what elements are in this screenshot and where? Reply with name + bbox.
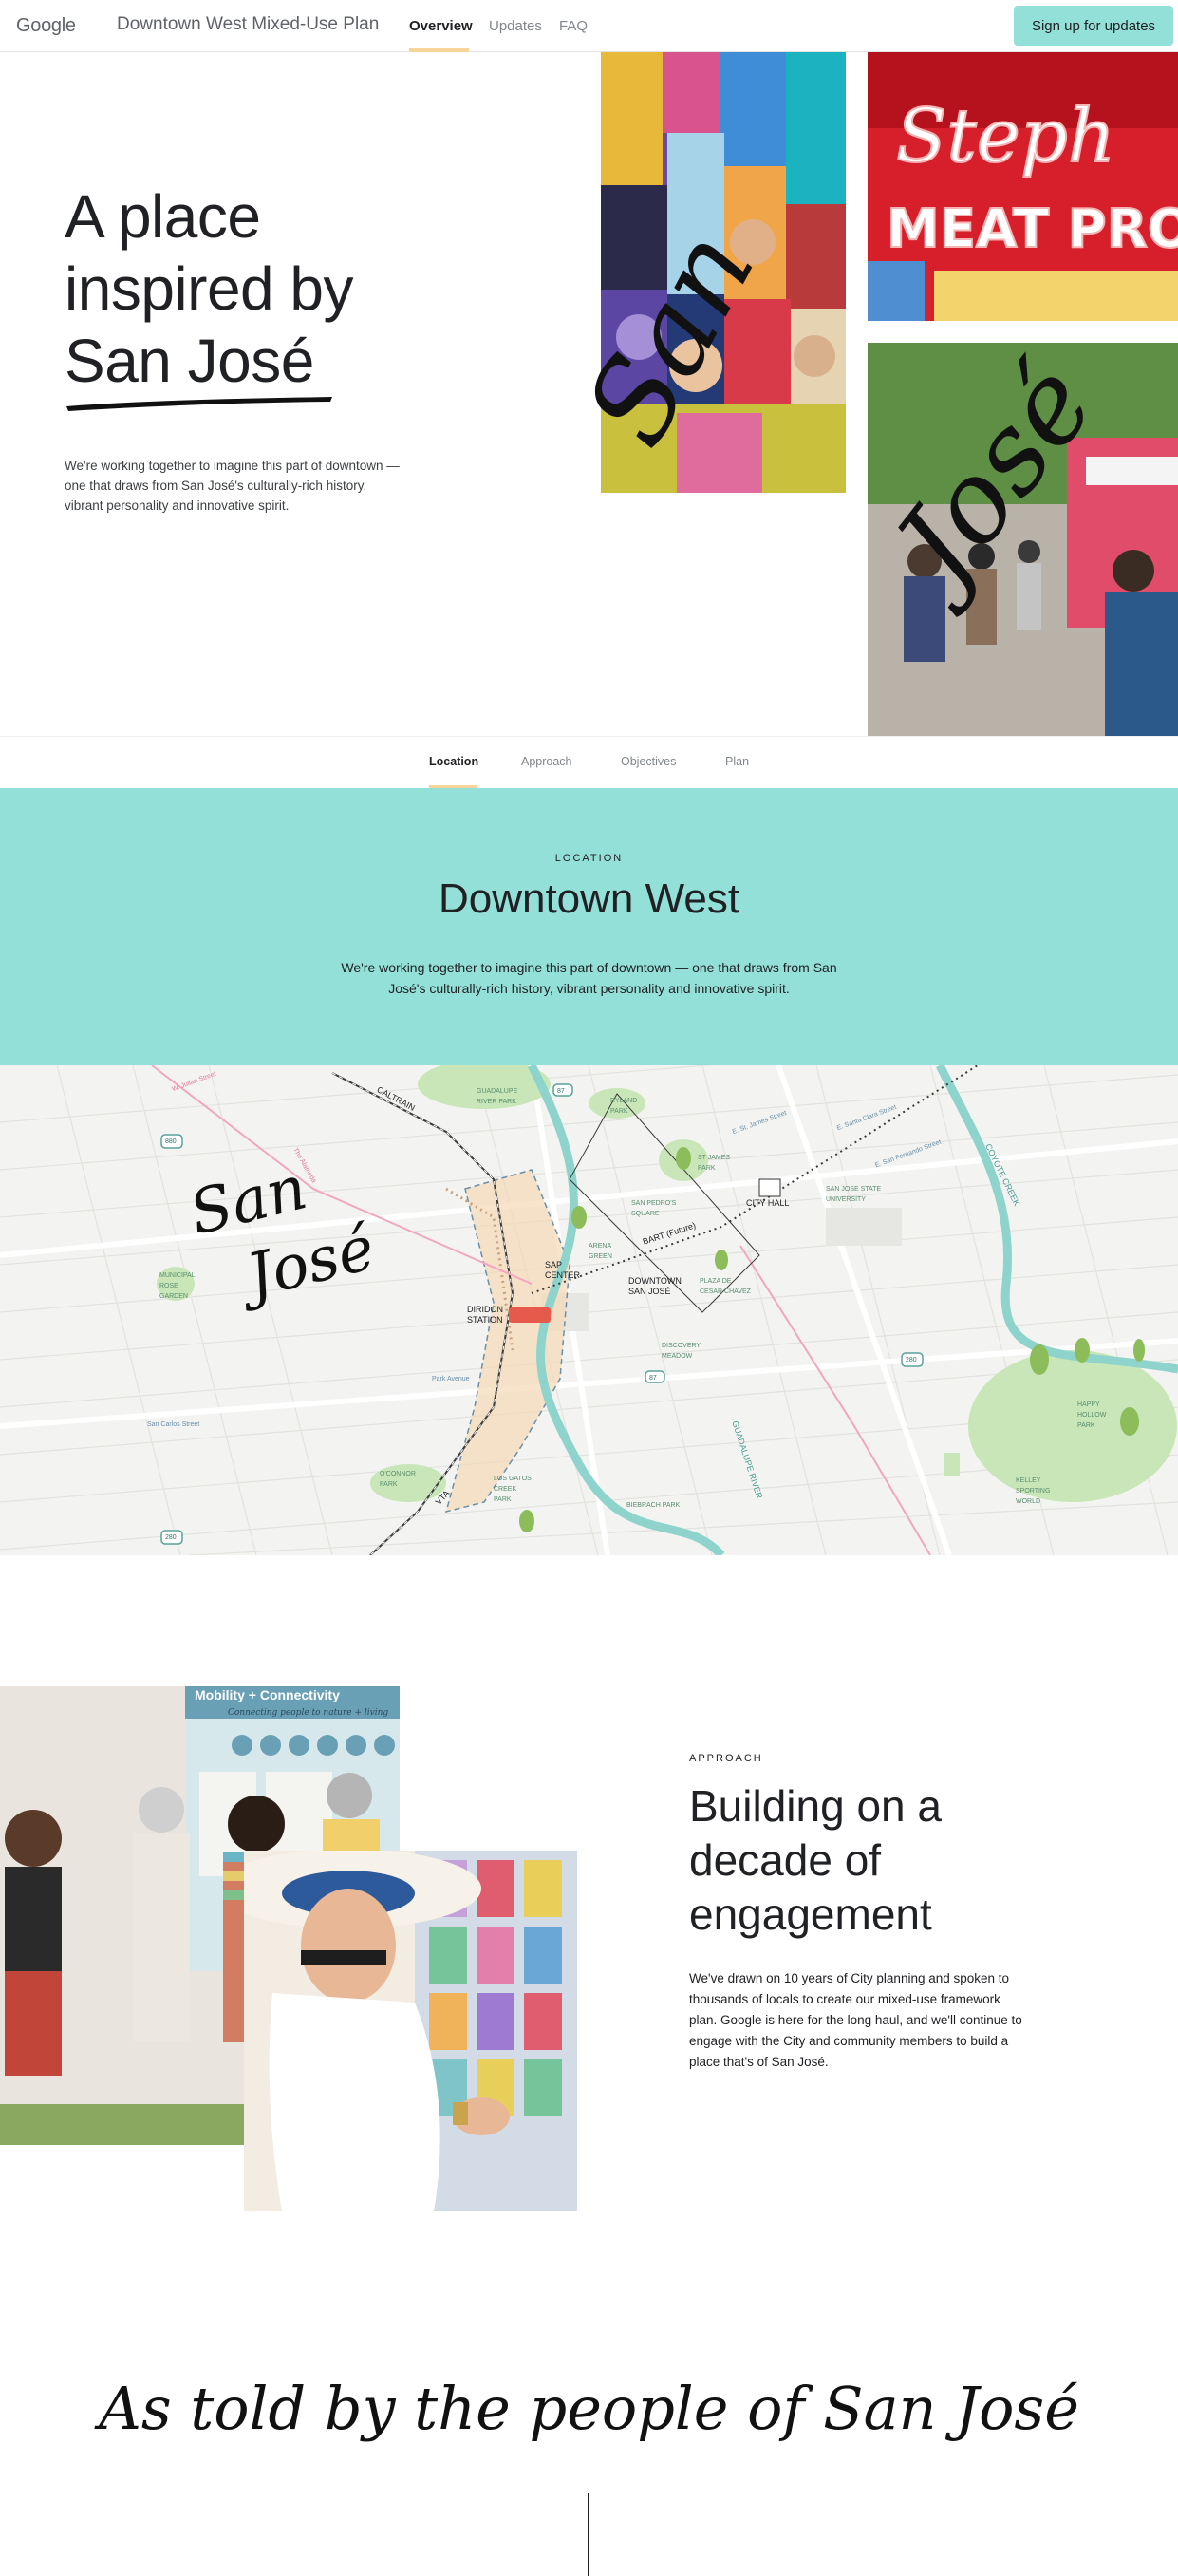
label-sap-center[interactable]: SAP CENTER [545,1260,580,1281]
svg-text:MEAT PRO: MEAT PRO [887,198,1178,260]
svg-text:Steph: Steph [896,94,1115,179]
hero-title-line: inspired by [65,254,354,323]
label-sjsu[interactable]: SAN JOSE STATE UNIVERSITY [826,1184,881,1205]
scroll-divider-line [588,2493,589,2576]
nav-active-indicator [409,48,469,52]
label-san-pedro-square[interactable]: SAN PEDRO'S SQUARE [631,1198,676,1219]
label-san-carlos: San Carlos Street [147,1421,200,1428]
nav-overview[interactable]: Overview [409,18,473,34]
label-park-avenue: Park Avenue [432,1376,470,1382]
people-script-heading: As told by the people of San José [99,2374,1079,2443]
label-municipal-rose-garden[interactable]: MUNICIPAL ROSE GARDEN [159,1270,196,1302]
approach-description: We've drawn on 10 years of City planning… [689,1971,1022,2069]
label-downtown-san-jose[interactable]: DOWNTOWN SAN JOSÉ [628,1276,682,1297]
approach-title: Building on a decade of engagement [689,1781,942,1939]
label-plaza-cesar-chavez[interactable]: PLAZA DE CESAR CHAVEZ [700,1276,751,1297]
nav-updates[interactable]: Updates [489,18,542,34]
location-description: We're working together to imagine this p… [341,960,837,996]
hwy-280-west-shield: 280 [165,1534,177,1541]
map-graphic [0,1065,1178,1555]
label-biebrach-park[interactable]: BIEBRACH PARK [626,1500,680,1511]
neon-sign-photo: Steph MEAT PRO [868,52,1178,321]
tab-plan[interactable]: Plan [725,755,749,768]
hero-description: We're working together to imagine this p… [65,459,400,513]
tab-approach[interactable]: Approach [521,755,572,768]
tab-objectives[interactable]: Objectives [621,755,676,768]
woman-at-board-photo [244,1851,577,2211]
approach-eyebrow: APPROACH [689,1753,763,1764]
label-discovery-meadow[interactable]: DISCOVERY MEADOW [662,1341,701,1362]
board-subtitle: Connecting people to nature + living [228,1708,388,1718]
label-city-hall[interactable]: CITY HALL [746,1198,789,1209]
label-ryland-park[interactable]: RYLAND PARK [610,1096,637,1117]
label-diridon-station[interactable]: DIRIDON STATION [467,1305,503,1326]
location-eyebrow: LOCATION [554,853,624,864]
site-header: Google Downtown West Mixed-Use Plan Over… [0,0,1178,52]
hero-title: A place inspired by San José [65,180,354,397]
label-los-gatos-creek-park[interactable]: LOS GATOS CREEK PARK [494,1474,532,1505]
hero-title-line: San José [65,327,314,395]
label-arena-green[interactable]: ARENA GREEN [589,1241,612,1262]
section-nav: Location Approach Objectives Plan [0,736,1178,789]
hwy-880-shield: 880 [165,1138,177,1145]
label-oconnor-park[interactable]: O'CONNOR PARK [380,1469,416,1490]
label-kelley-sporting-world[interactable]: KELLEY SPORTING WORLD [1016,1476,1050,1507]
site-title[interactable]: Downtown West Mixed-Use Plan [117,14,379,35]
nav-faq[interactable]: FAQ [559,18,588,34]
label-st-james-park[interactable]: ST JAMES PARK [698,1153,730,1174]
location-title: Downtown West [438,875,740,922]
hwy-87-south-shield: 87 [649,1375,657,1382]
label-guadalupe-river-park[interactable]: GUADALUPE RIVER PARK [477,1086,517,1107]
google-logo[interactable]: Google [16,15,76,37]
board-title: Mobility + Connectivity [195,1687,340,1702]
label-happy-hollow-park[interactable]: HAPPY HOLLOW PARK [1077,1400,1106,1431]
hwy-87-shield: 87 [557,1088,565,1095]
hwy-280-shield: 280 [906,1357,917,1363]
tab-location[interactable]: Location [429,755,478,768]
hero-title-line: A place [65,182,261,251]
downtown-map[interactable]: San José CALTRAIN CITY HALL SAP CENTER D… [0,1065,1178,1555]
signup-button[interactable]: Sign up for updates [1014,6,1173,46]
location-section: LOCATION Downtown West We're working tog… [0,788,1178,1065]
brush-underline [66,397,332,411]
